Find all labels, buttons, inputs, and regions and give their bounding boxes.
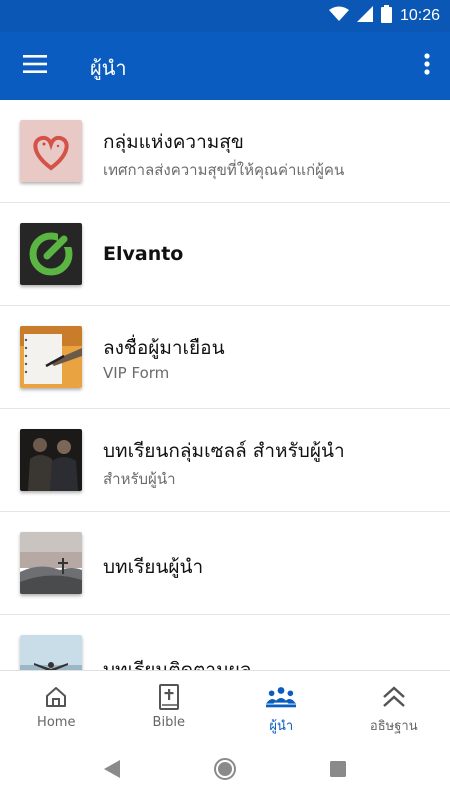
more-vert-icon <box>424 53 430 79</box>
nav-item-home[interactable]: Home <box>0 671 113 742</box>
double-chevron-up-icon <box>379 683 409 711</box>
praying-group-thumbnail <box>20 429 82 491</box>
wifi-icon <box>328 6 349 26</box>
bottom-navigation: Home Bible ผู้นำ อธิษฐาน <box>0 670 450 742</box>
group-icon <box>266 683 297 711</box>
list-item-title: บทเรียนติดตามผล <box>103 659 252 670</box>
list-item-title: Elvanto <box>103 243 184 265</box>
list-item[interactable]: บทเรียนกลุ่มเซลล์ สำหรับผู้นำ สำหรับผู้น… <box>0 409 450 512</box>
nav-item-bible[interactable]: Bible <box>113 671 226 742</box>
page-title: ผู้นำ <box>90 56 127 80</box>
list-item-subtitle: VIP Form <box>103 364 170 382</box>
list-item[interactable]: บทเรียนผู้นำ <box>0 512 450 615</box>
nav-label-leaders: ผู้นำ <box>269 719 294 734</box>
status-time: 10:26 <box>399 7 440 24</box>
battery-icon <box>380 5 392 27</box>
nav-label-bible: Bible <box>152 715 185 730</box>
nav-label-prayer: อธิษฐาน <box>369 719 418 734</box>
cross-hill-thumbnail <box>20 532 82 594</box>
app-bar: ผู้นำ <box>0 32 450 100</box>
nav-item-prayer[interactable]: อธิษฐาน <box>338 671 450 742</box>
hamburger-icon <box>23 55 47 77</box>
home-system-button[interactable] <box>212 758 238 784</box>
overflow-menu-button[interactable] <box>418 46 436 86</box>
list-item[interactable]: บทเรียนติดตามผล <box>0 615 450 670</box>
leaders-list: กลุ่มแห่งความสุข เทศกาลส่งความสุขที่ให้ค… <box>0 100 450 670</box>
signal-icon <box>356 6 373 26</box>
list-item-title: บทเรียนกลุ่มเซลล์ สำหรับผู้นำ <box>103 440 345 462</box>
back-triangle-icon <box>104 760 120 782</box>
list-item[interactable]: กลุ่มแห่งความสุข เทศกาลส่งความสุขที่ให้ค… <box>0 100 450 203</box>
nav-label-home: Home <box>37 715 76 730</box>
bible-icon <box>154 683 184 711</box>
list-item-title: บทเรียนผู้นำ <box>103 556 204 578</box>
list-item[interactable]: ลงชื่อผู้มาเยือน VIP Form <box>0 306 450 409</box>
home-circle-icon <box>213 757 237 785</box>
open-arms-thumbnail <box>20 635 82 670</box>
notebook-thumbnail <box>20 326 82 388</box>
recents-button[interactable] <box>325 758 351 784</box>
home-icon <box>41 683 71 711</box>
recents-square-icon <box>330 761 346 781</box>
heart-thumbnail <box>20 120 82 182</box>
list-item-title: กลุ่มแห่งความสุข <box>103 131 244 153</box>
system-navigation-bar <box>0 742 450 800</box>
list-item-subtitle: เทศกาลส่งความสุขที่ให้คุณค่าแก่ผู้คน <box>103 161 345 179</box>
list-item-subtitle: สำหรับผู้นำ <box>103 470 176 488</box>
list-item-title: ลงชื่อผู้มาเยือน <box>103 337 225 359</box>
status-icons: 10:26 <box>328 5 440 27</box>
menu-button[interactable] <box>14 46 56 86</box>
list-item[interactable]: Elvanto <box>0 203 450 306</box>
nav-item-leaders[interactable]: ผู้นำ <box>225 671 338 742</box>
elvanto-logo-thumbnail <box>20 223 82 285</box>
status-bar: 10:26 <box>0 0 450 32</box>
back-button[interactable] <box>99 758 125 784</box>
